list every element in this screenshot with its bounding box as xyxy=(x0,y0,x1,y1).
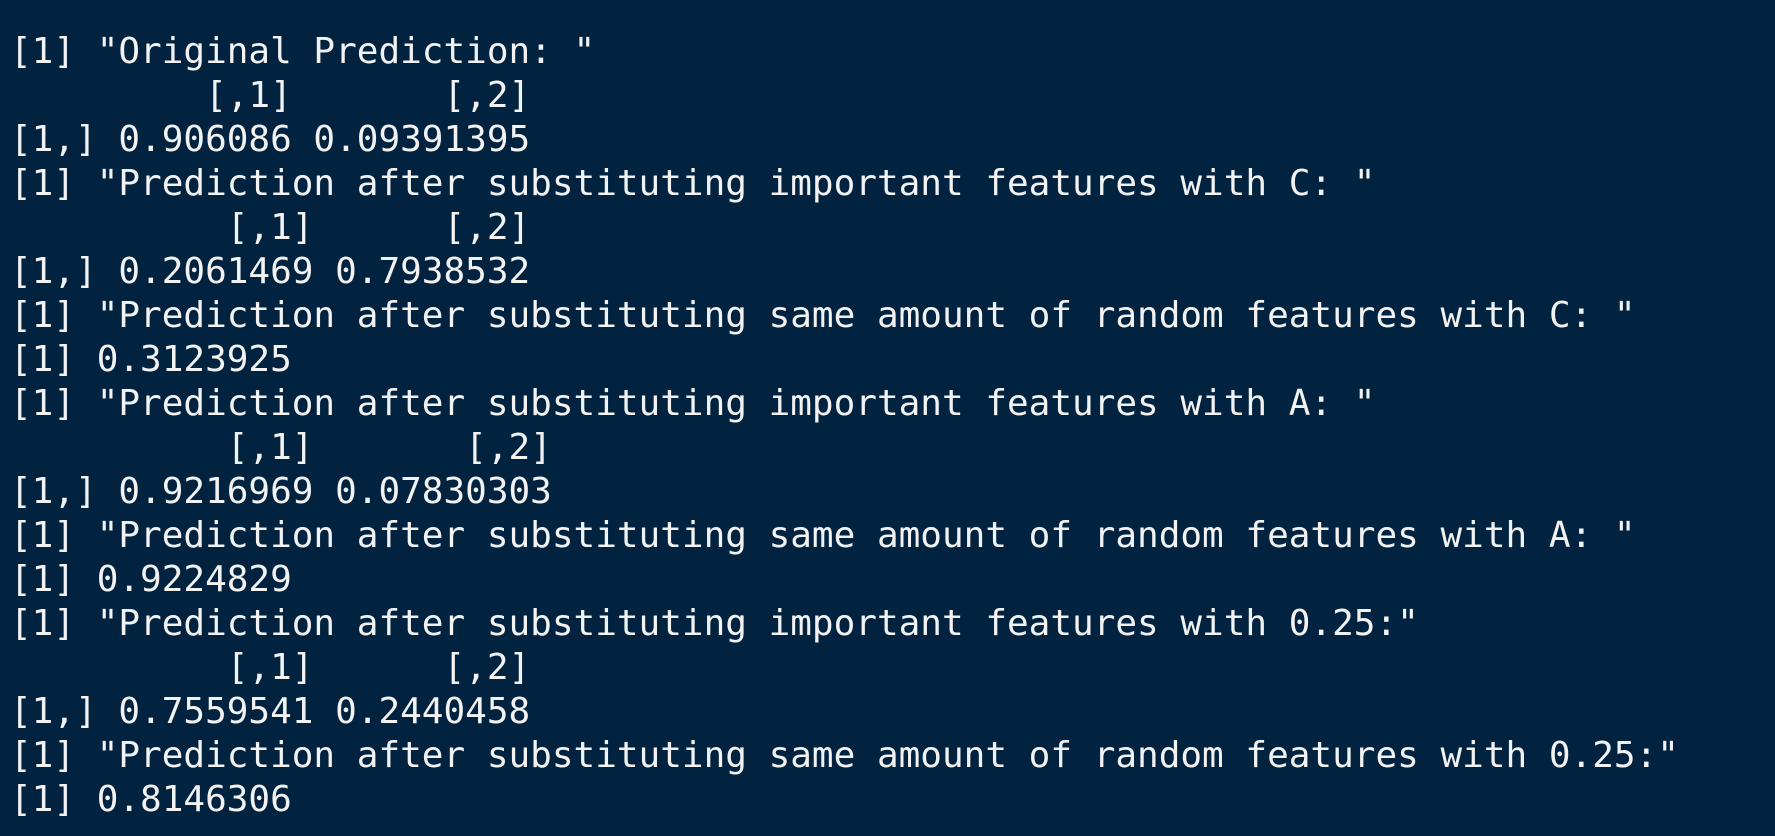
output-line: [,1] [,2] xyxy=(10,75,531,116)
output-line: [1] "Prediction after substituting same … xyxy=(10,295,1636,336)
console-output: [1] "Original Prediction: " [,1] [,2] [1… xyxy=(0,0,1775,836)
output-line: [1] "Prediction after substituting same … xyxy=(10,735,1679,776)
output-line: [,1] [,2] xyxy=(10,207,531,248)
output-line: [1] 0.9224829 xyxy=(10,559,292,600)
output-line: [1,] 0.7559541 0.2440458 xyxy=(10,691,531,732)
output-line: [,1] [,2] xyxy=(10,427,552,468)
output-line: [1] "Prediction after substituting impor… xyxy=(10,603,1419,644)
output-line: [1] 0.8146306 xyxy=(10,779,292,820)
output-line: [1,] 0.9216969 0.07830303 xyxy=(10,471,552,512)
output-line: [,1] [,2] xyxy=(10,647,531,688)
output-line: [1] 0.3123925 xyxy=(10,339,292,380)
output-line: [1] "Prediction after substituting same … xyxy=(10,515,1636,556)
output-line: [1,] 0.2061469 0.7938532 xyxy=(10,251,531,292)
output-line: [1] "Prediction after substituting impor… xyxy=(10,163,1376,204)
output-line: [1,] 0.906086 0.09391395 xyxy=(10,119,531,160)
output-line: [1] "Prediction after substituting impor… xyxy=(10,383,1376,424)
output-line: [1] "Original Prediction: " xyxy=(10,31,596,72)
